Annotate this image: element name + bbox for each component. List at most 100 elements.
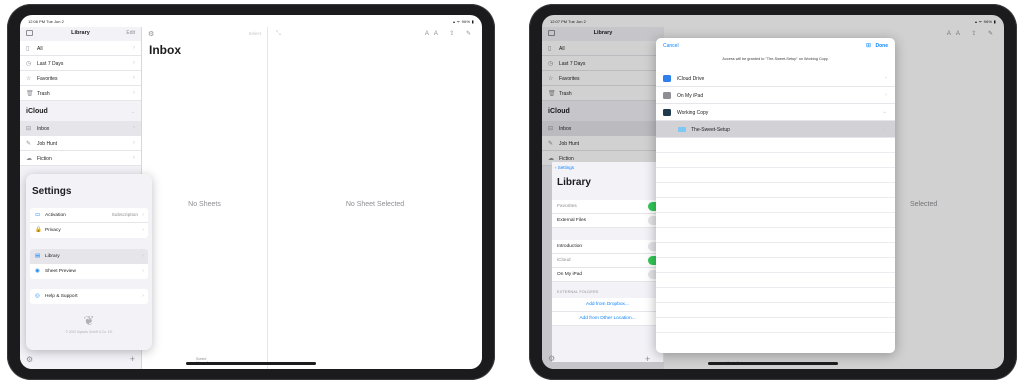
chevron-right-icon: ›: [142, 212, 144, 218]
library-row-external-files: External Files: [552, 214, 663, 228]
chevron-right-icon: ›: [133, 45, 135, 51]
done-button[interactable]: Done: [876, 43, 889, 49]
list-divider: [656, 167, 895, 168]
folder-label: The-Sweet-Setup: [691, 127, 730, 133]
settings-row-label: Library: [45, 254, 60, 259]
library-row-on-my-ipad: On My iPad: [552, 268, 663, 282]
clock-icon: ◷: [26, 61, 32, 67]
chevron-right-icon: ›: [142, 227, 144, 233]
sidebar-item-label: Inbox: [37, 126, 50, 132]
settings-group-content: ▤ Library › ◉ Sheet Preview ›: [30, 249, 148, 279]
row-label: External Files: [557, 218, 587, 223]
chevron-right-icon: ›: [133, 140, 135, 146]
list-title: Inbox: [149, 43, 181, 57]
cloud-icon: ☁: [26, 156, 32, 162]
sidebar-item-favorites[interactable]: ☆ Favorites ›: [20, 71, 141, 86]
sidebar-footer: ⚙ +: [20, 354, 141, 365]
back-to-settings-button[interactable]: ‹ Settings: [555, 165, 574, 170]
chevron-right-icon: ›: [142, 268, 144, 274]
home-indicator: [186, 362, 316, 365]
library-row-icloud: iCloud: [552, 254, 663, 268]
empty-list-message: No Sheets: [188, 201, 221, 208]
new-folder-icon[interactable]: ⊞: [866, 42, 871, 49]
sidebar-item-last-7-days[interactable]: ◷ Last 7 Days ›: [20, 56, 141, 71]
location-on-my-ipad[interactable]: On My iPad ›: [656, 87, 895, 104]
settings-row-sheet-preview[interactable]: ◉ Sheet Preview ›: [30, 264, 148, 279]
chevron-down-icon: ⌄: [882, 109, 887, 115]
status-bar: 12:06 PM Tue Jun 2 ▴ ᯤ 96% ▮: [20, 15, 482, 27]
inbox-icon: ⊟: [26, 126, 32, 132]
folder-the-sweet-setup[interactable]: The-Sweet-Setup ⌄: [656, 121, 895, 138]
row-label: Favorites: [557, 204, 577, 209]
location-working-copy[interactable]: Working Copy ⌄: [656, 104, 895, 121]
settings-row-label: Privacy: [45, 228, 61, 233]
filter-gear-icon[interactable]: ⚙: [148, 30, 154, 38]
share-icon[interactable]: ⇪: [449, 31, 459, 37]
list-divider: [656, 197, 895, 198]
row-label: On My iPad: [557, 272, 583, 277]
add-icon[interactable]: +: [645, 354, 650, 364]
chevron-right-icon: ›: [133, 75, 135, 81]
chevron-down-icon: ⌄: [130, 109, 135, 115]
chevron-right-icon: ›: [885, 92, 887, 98]
id-card-icon: ▭: [35, 212, 41, 218]
add-from-other-location-button[interactable]: Add from Other Location...: [552, 312, 663, 326]
select-button[interactable]: Select: [248, 31, 261, 36]
home-indicator: [708, 362, 838, 365]
sidebar-item-job-hunt[interactable]: ✎ Job Hunt ›: [20, 136, 141, 151]
settings-group-help: ◎ Help & Support ›: [30, 289, 148, 304]
chevron-down-icon: ⌄: [882, 126, 887, 132]
chevron-right-icon: ›: [142, 253, 144, 259]
expand-icon[interactable]: ⤡: [276, 31, 281, 38]
file-picker-sheet: Cancel ⊞ Done Access will be granted to …: [656, 38, 895, 353]
sidebar-item-label: Fiction: [37, 156, 52, 162]
link-label: Add from Dropbox...: [586, 302, 629, 307]
list-divider: [656, 257, 895, 258]
list-divider: [656, 212, 895, 213]
library-panel-title: Library: [557, 177, 591, 188]
location-label: Working Copy: [677, 110, 709, 116]
pen-icon: ✎: [26, 141, 32, 147]
settings-row-privacy[interactable]: 🔒 Privacy ›: [30, 223, 148, 238]
stage: 12:06 PM Tue Jun 2 ▴ ᯤ 96% ▮ Library Edi…: [0, 0, 1024, 384]
settings-gear-icon[interactable]: ⚙: [26, 355, 33, 364]
cancel-button[interactable]: Cancel: [663, 43, 679, 49]
edit-button[interactable]: Edit: [126, 30, 135, 36]
sidebar-item-fiction[interactable]: ☁ Fiction ›: [20, 151, 141, 166]
text-size-button[interactable]: AA: [425, 31, 443, 37]
sidebar-header: Library Edit: [20, 27, 141, 41]
sidebar-item-all[interactable]: ▯ All ›: [20, 41, 141, 56]
library-settings-panel: ‹ Settings Library Favorites External Fi…: [552, 162, 664, 362]
settings-row-label: Activation: [45, 213, 66, 218]
sidebar-item-trash[interactable]: 🗑 Trash ›: [20, 86, 141, 101]
document-icon: ▯: [26, 46, 30, 52]
settings-gear-icon[interactable]: ⚙: [548, 354, 555, 363]
list-divider: [656, 152, 895, 153]
ipad-icon: [663, 92, 671, 99]
sidebar-item-inbox[interactable]: ⊟ Inbox ›: [20, 121, 141, 136]
library-icon: ▤: [35, 253, 41, 259]
list-divider: [656, 332, 895, 333]
row-label: Introduction: [557, 244, 583, 249]
location-icloud-drive[interactable]: iCloud Drive ›: [656, 70, 895, 87]
editor-pane: ⤡ AA ⇪ ✎ No Sheet Selected: [268, 27, 482, 369]
sidebar-item-label: Trash: [37, 91, 50, 97]
status-indicators: ▴ ᯤ 96% ▮: [452, 19, 474, 24]
list-divider: [656, 272, 895, 273]
list-divider: [656, 182, 895, 183]
compose-icon[interactable]: ✎: [466, 31, 476, 37]
chevron-right-icon: ›: [885, 75, 887, 81]
settings-row-value: Subscription: [111, 213, 138, 218]
back-label: Settings: [557, 165, 575, 170]
access-notice: Access will be granted to "The-Sweet-Set…: [722, 57, 829, 61]
icloud-drive-icon: [663, 75, 671, 82]
location-label: iCloud Drive: [677, 76, 705, 82]
add-icon[interactable]: +: [130, 354, 135, 364]
chevron-right-icon: ›: [133, 90, 135, 96]
add-from-dropbox-button[interactable]: Add from Dropbox...: [552, 298, 663, 312]
ipad-right: 12:07 PM Tue Jun 2 ▴ ᯤ 96% ▮ Library ▯ A…: [529, 4, 1017, 380]
settings-row-activation[interactable]: ▭ Activation Subscription ›: [30, 208, 148, 223]
sidebar-section-icloud[interactable]: iCloud ⌄: [20, 101, 141, 121]
settings-row-library[interactable]: ▤ Library ›: [30, 249, 148, 264]
settings-row-help-support[interactable]: ◎ Help & Support ›: [30, 289, 148, 304]
